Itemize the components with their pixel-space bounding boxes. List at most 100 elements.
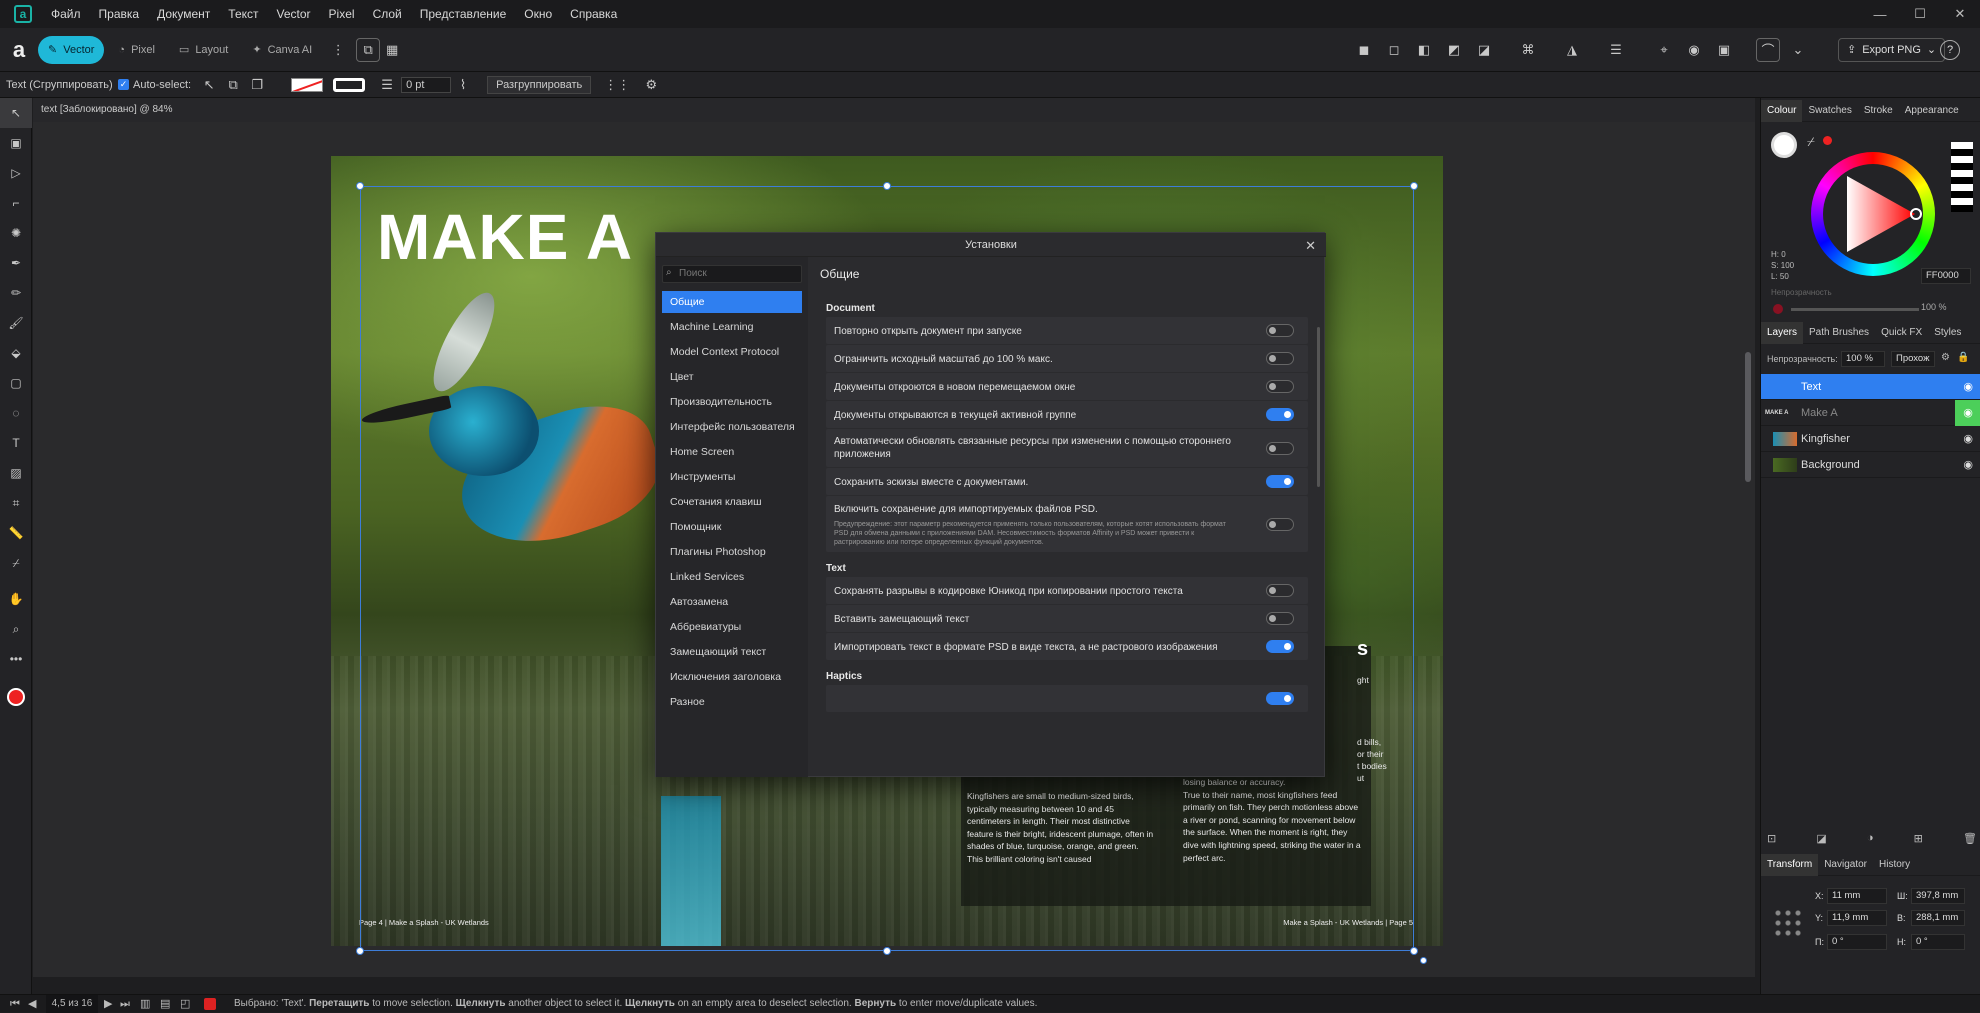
crop-tool-icon[interactable]: ⌗: [0, 488, 32, 518]
menu-help[interactable]: Справка: [561, 0, 626, 28]
rectangle-tool-icon[interactable]: ▢: [0, 368, 32, 398]
layer-opacity-field[interactable]: 100 %: [1841, 351, 1885, 367]
menu-pixel[interactable]: Pixel: [320, 0, 364, 28]
view-mode-icon[interactable]: ▥: [140, 995, 150, 1013]
category-tools[interactable]: Инструменты: [662, 466, 802, 488]
hex-field[interactable]: FF0000: [1921, 268, 1971, 284]
resize-handle[interactable]: [1410, 947, 1418, 955]
tab-styles[interactable]: Styles: [1928, 322, 1967, 344]
layer-row-background[interactable]: Background ◉: [1761, 452, 1980, 478]
setting-toggle[interactable]: [1266, 518, 1294, 531]
menu-layer[interactable]: Слой: [364, 0, 411, 28]
settings-gear-icon[interactable]: ⚙: [639, 73, 663, 97]
tab-transform[interactable]: Transform: [1761, 853, 1819, 876]
colour-wheel[interactable]: [1811, 152, 1935, 276]
close-window-icon[interactable]: ✕: [1940, 0, 1980, 28]
visibility-eye-icon[interactable]: ◉: [1963, 374, 1973, 400]
intersect-icon[interactable]: ◧: [1412, 38, 1436, 62]
flip-icon[interactable]: ◮: [1560, 38, 1584, 62]
opacity-slider[interactable]: [1791, 308, 1919, 311]
menu-text[interactable]: Текст: [219, 0, 267, 28]
shear-field[interactable]: 0 °: [1911, 934, 1965, 950]
snapshot-icon[interactable]: ⧉: [356, 37, 381, 62]
adjustment-icon[interactable]: ◑: [1867, 832, 1874, 848]
lock-icon[interactable]: 🔒: [1957, 352, 1969, 363]
text-tool-icon[interactable]: T: [0, 428, 32, 458]
brush-tool-icon[interactable]: 🖌: [0, 308, 32, 338]
category-photoshop-plugins[interactable]: Плагины Photoshop: [662, 541, 802, 563]
setting-toggle[interactable]: [1266, 640, 1294, 653]
delete-layer-icon[interactable]: 🗑: [1963, 832, 1977, 848]
persona-canva-ai[interactable]: ✦ Canva AI: [242, 36, 322, 64]
add-layer-icon[interactable]: ⊞: [1914, 832, 1923, 848]
category-ui[interactable]: Интерфейс пользователя: [662, 416, 802, 438]
setting-toggle[interactable]: [1266, 442, 1294, 455]
chevron-down-icon[interactable]: ⌄: [1786, 38, 1810, 62]
corner-tool-icon[interactable]: ⌐: [0, 188, 32, 218]
export-png-button[interactable]: ⇪ Export PNG ⌄: [1838, 37, 1946, 62]
category-home-screen[interactable]: Home Screen: [662, 441, 802, 463]
eyedropper-icon[interactable]: ⌿: [1807, 134, 1815, 150]
layer-row-make-a[interactable]: MAKE A Make A ◉: [1761, 400, 1980, 426]
resize-handle[interactable]: [356, 947, 364, 955]
layer-options-icon[interactable]: ⊡: [1767, 832, 1776, 848]
fill-tool-icon[interactable]: ⬙: [0, 338, 32, 368]
search-input[interactable]: Поиск: [662, 265, 802, 283]
first-page-icon[interactable]: ⏮: [10, 995, 20, 1013]
category-linked-services[interactable]: Linked Services: [662, 566, 802, 588]
grid-icon[interactable]: ▦: [380, 38, 404, 62]
width-field[interactable]: 397,8 mm: [1911, 888, 1965, 904]
resize-handle[interactable]: [1410, 182, 1418, 190]
node-icon[interactable]: ◉: [1682, 38, 1706, 62]
ungroup-button[interactable]: Разгруппировать: [487, 75, 592, 94]
persona-pixel[interactable]: ◔ Pixel: [108, 36, 165, 64]
image-tool-icon[interactable]: ▨: [0, 458, 32, 488]
setting-toggle[interactable]: [1266, 612, 1294, 625]
hand-tool-icon[interactable]: ✋: [0, 584, 32, 614]
stroke-width-field[interactable]: 0 pt: [401, 76, 452, 93]
preview-icon[interactable]: ◰: [180, 995, 190, 1013]
setting-toggle[interactable]: [1266, 584, 1294, 597]
dialog-scrollbar[interactable]: [1317, 327, 1320, 487]
layer-row-kingfisher[interactable]: Kingfisher ◉: [1761, 426, 1980, 452]
measure-tool-icon[interactable]: 📏: [0, 518, 32, 548]
category-assistant[interactable]: Помощник: [662, 516, 802, 538]
record-icon[interactable]: [204, 998, 216, 1010]
category-abbreviations[interactable]: Аббревиатуры: [662, 616, 802, 638]
mask-icon[interactable]: ◪: [1816, 832, 1826, 848]
shape-builder-icon[interactable]: ✺: [0, 218, 32, 248]
spread-icon[interactable]: ▤: [160, 995, 170, 1013]
setting-toggle[interactable]: [1266, 475, 1294, 488]
tab-stroke[interactable]: Stroke: [1858, 100, 1899, 122]
move-tool-icon[interactable]: ↖: [0, 98, 32, 128]
visibility-eye-icon[interactable]: ◉: [1963, 452, 1973, 478]
rotate-handle[interactable]: [1420, 957, 1427, 964]
artboard-tool-icon[interactable]: ▣: [0, 128, 32, 158]
menu-view[interactable]: Представление: [411, 0, 516, 28]
menu-document[interactable]: Документ: [148, 0, 219, 28]
next-page-icon[interactable]: ▶: [104, 995, 112, 1013]
close-icon[interactable]: ✕: [1305, 238, 1316, 254]
transform-icon[interactable]: ⌖: [1652, 38, 1676, 62]
height-field[interactable]: 288,1 mm: [1911, 910, 1965, 926]
setting-toggle[interactable]: [1266, 324, 1294, 337]
blend-mode-select[interactable]: Прохож: [1891, 351, 1935, 367]
category-general[interactable]: Общие: [662, 291, 802, 313]
category-performance[interactable]: Производительность: [662, 391, 802, 413]
select-pointer-icon[interactable]: ↖: [197, 73, 221, 97]
tab-swatches[interactable]: Swatches: [1802, 100, 1857, 122]
tab-appearance[interactable]: Appearance: [1899, 100, 1965, 122]
more-tools-icon[interactable]: •••: [0, 644, 32, 674]
visibility-eye-icon[interactable]: ◉: [1963, 426, 1973, 452]
add-icon[interactable]: ◼: [1352, 38, 1376, 62]
link-icon[interactable]: ⌒: [1756, 37, 1780, 62]
setting-toggle[interactable]: [1266, 692, 1294, 705]
minimize-icon[interactable]: —: [1860, 0, 1900, 28]
category-colour[interactable]: Цвет: [662, 366, 802, 388]
recent-swatches[interactable]: [1951, 142, 1973, 212]
prev-page-icon[interactable]: ◀: [28, 995, 36, 1013]
setting-toggle[interactable]: [1266, 380, 1294, 393]
document-tab[interactable]: text [Заблокировано] @ 84%: [33, 98, 1755, 122]
setting-toggle[interactable]: [1266, 408, 1294, 421]
maximize-icon[interactable]: ☐: [1900, 0, 1940, 28]
